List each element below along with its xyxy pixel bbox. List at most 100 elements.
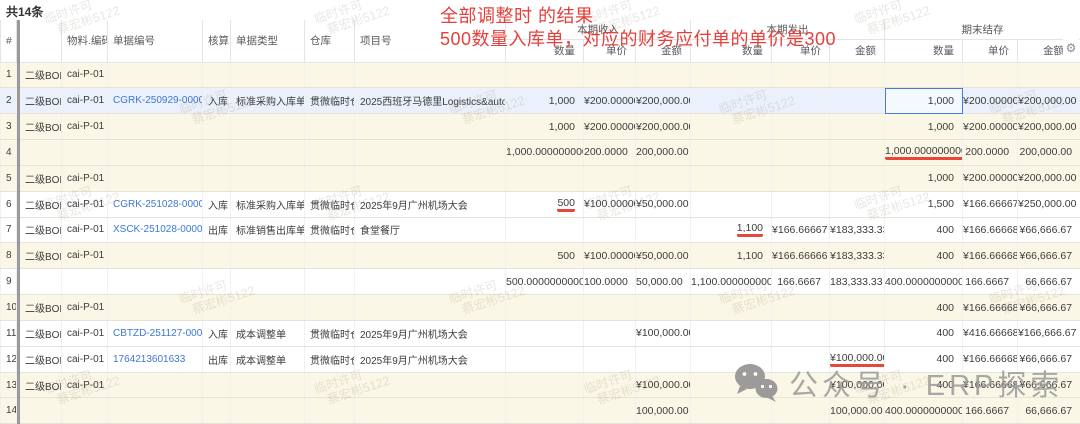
table-row[interactable]: 6二级BOMcai-P-01CGRK-251028-000001入库标准采购入库…: [1, 191, 1080, 217]
cell-group[interactable]: 二级BOM: [20, 372, 62, 398]
cell-out_qty[interactable]: [691, 140, 772, 166]
table-row[interactable]: 7二级BOMcai-P-01XSCK-251028-000001出库标准销售出库…: [1, 217, 1080, 243]
cell-bal_qty[interactable]: 400: [885, 217, 963, 243]
col-header-material-code[interactable]: 物料.编码: [62, 20, 108, 62]
cell-out_price[interactable]: [772, 114, 830, 140]
col-header-bal-qty[interactable]: 数量: [885, 39, 963, 62]
cell-material[interactable]: cai-P-01: [62, 243, 108, 269]
cell-out_amt[interactable]: 183,333.33: [830, 269, 885, 295]
cell-io[interactable]: [203, 114, 231, 140]
cell-out_amt[interactable]: [830, 191, 885, 217]
cell-material[interactable]: cai-P-01: [62, 346, 108, 372]
table-row[interactable]: 5二级BOMcai-P-011,000¥200.00000¥200,000.00: [1, 165, 1080, 191]
cell-out_qty[interactable]: [691, 88, 772, 114]
cell-in_amt[interactable]: ¥50,000.00: [636, 243, 691, 269]
cell-material[interactable]: cai-P-01: [62, 217, 108, 243]
cell-warehouse[interactable]: 贯微临时仓: [305, 346, 355, 372]
cell-docno[interactable]: 1764213601633: [108, 346, 203, 372]
cell-in_qty[interactable]: [506, 217, 584, 243]
col-header-doc-number[interactable]: 单据编号: [108, 20, 203, 62]
cell-group[interactable]: 二级BOM: [20, 243, 62, 269]
table-row[interactable]: 8二级BOMcai-P-01500¥100.00000¥50,000.001,1…: [1, 243, 1080, 269]
cell-doctype[interactable]: 标准采购入库单: [231, 88, 305, 114]
cell-warehouse[interactable]: [305, 165, 355, 191]
cell-in_price[interactable]: ¥200.00000: [584, 114, 636, 140]
cell-project[interactable]: 2025年9月广州机场大会: [355, 346, 506, 372]
cell-docno[interactable]: [108, 269, 203, 295]
cell-material[interactable]: cai-P-01: [62, 320, 108, 346]
table-row[interactable]: 1二级BOMcai-P-01: [1, 62, 1080, 88]
cell-material[interactable]: [62, 140, 108, 166]
cell-num[interactable]: 13: [1, 372, 17, 398]
cell-group[interactable]: 二级BOM: [20, 165, 62, 191]
cell-bal_price[interactable]: ¥166.66668: [963, 243, 1018, 269]
cell-project[interactable]: 2025西班牙马德里Logistics&automation: [355, 88, 506, 114]
cell-docno[interactable]: XSCK-251028-000001: [108, 217, 203, 243]
cell-out_amt[interactable]: [830, 295, 885, 321]
cell-doctype[interactable]: 标准销售出库单: [231, 217, 305, 243]
cell-bal_qty[interactable]: 400: [885, 243, 963, 269]
cell-out_qty[interactable]: [691, 114, 772, 140]
cell-warehouse[interactable]: [305, 295, 355, 321]
cell-project[interactable]: [355, 372, 506, 398]
cell-num[interactable]: 10: [1, 295, 17, 321]
cell-io[interactable]: [203, 165, 231, 191]
cell-group[interactable]: 二级BOM: [20, 62, 62, 88]
cell-num[interactable]: 14: [1, 398, 17, 424]
cell-bal_amt[interactable]: ¥166,666.67: [1018, 320, 1080, 346]
cell-bal_qty[interactable]: 400: [885, 295, 963, 321]
cell-docno[interactable]: [108, 372, 203, 398]
cell-in_price[interactable]: [584, 346, 636, 372]
cell-doctype[interactable]: [231, 62, 305, 88]
cell-in_qty[interactable]: [506, 320, 584, 346]
cell-num[interactable]: 3: [1, 114, 17, 140]
cell-num[interactable]: 7: [1, 217, 17, 243]
cell-in_qty[interactable]: 500: [506, 243, 584, 269]
cell-out_qty[interactable]: [691, 295, 772, 321]
cell-bal_qty[interactable]: 1,000: [885, 165, 963, 191]
cell-bal_price[interactable]: ¥166.66668: [963, 295, 1018, 321]
cell-in_price[interactable]: ¥100.00000: [584, 243, 636, 269]
cell-out_qty[interactable]: [691, 62, 772, 88]
cell-doctype[interactable]: 成本调整单: [231, 320, 305, 346]
cell-in_price[interactable]: [584, 320, 636, 346]
cell-bal_amt[interactable]: ¥66,666.67: [1018, 217, 1080, 243]
cell-bal_price[interactable]: 166.6667: [963, 269, 1018, 295]
cell-project[interactable]: [355, 243, 506, 269]
cell-in_amt[interactable]: [636, 346, 691, 372]
cell-project[interactable]: [355, 114, 506, 140]
cell-num[interactable]: 2: [1, 88, 17, 114]
cell-warehouse[interactable]: 贯微临时仓: [305, 88, 355, 114]
cell-out_qty[interactable]: 1,100: [691, 217, 772, 243]
col-header-doc-type[interactable]: 单据类型: [231, 20, 305, 62]
cell-doctype[interactable]: [231, 295, 305, 321]
cell-bal_amt[interactable]: ¥66,666.67: [1018, 243, 1080, 269]
cell-out_price[interactable]: [772, 62, 830, 88]
cell-group[interactable]: [20, 140, 62, 166]
cell-doctype[interactable]: [231, 114, 305, 140]
cell-docno[interactable]: [108, 140, 203, 166]
cell-warehouse[interactable]: [305, 372, 355, 398]
cell-out_amt[interactable]: ¥183,333.33: [830, 243, 885, 269]
cell-in_price[interactable]: [584, 372, 636, 398]
cell-warehouse[interactable]: [305, 243, 355, 269]
cell-warehouse[interactable]: 贯微临时仓: [305, 320, 355, 346]
cell-num[interactable]: 11: [1, 320, 17, 346]
cell-out_price[interactable]: [772, 191, 830, 217]
cell-num[interactable]: 8: [1, 243, 17, 269]
cell-doctype[interactable]: [231, 165, 305, 191]
cell-io[interactable]: [203, 243, 231, 269]
cell-in_amt[interactable]: [636, 217, 691, 243]
cell-bal_amt[interactable]: 200,000.00: [1018, 140, 1080, 166]
cell-in_qty[interactable]: [506, 398, 584, 424]
cell-warehouse[interactable]: [305, 114, 355, 140]
cell-io[interactable]: 出库: [203, 217, 231, 243]
cell-docno[interactable]: CGRK-250929-000001: [108, 88, 203, 114]
cell-io[interactable]: 入库: [203, 88, 231, 114]
cell-bal_amt[interactable]: ¥66,666.67: [1018, 295, 1080, 321]
cell-bal_price[interactable]: ¥166.66667: [963, 191, 1018, 217]
cell-in_price[interactable]: ¥200.00000: [584, 88, 636, 114]
cell-out_price[interactable]: ¥166.66667: [772, 217, 830, 243]
cell-out_price[interactable]: [772, 165, 830, 191]
col-header-warehouse[interactable]: 仓库: [305, 20, 355, 62]
